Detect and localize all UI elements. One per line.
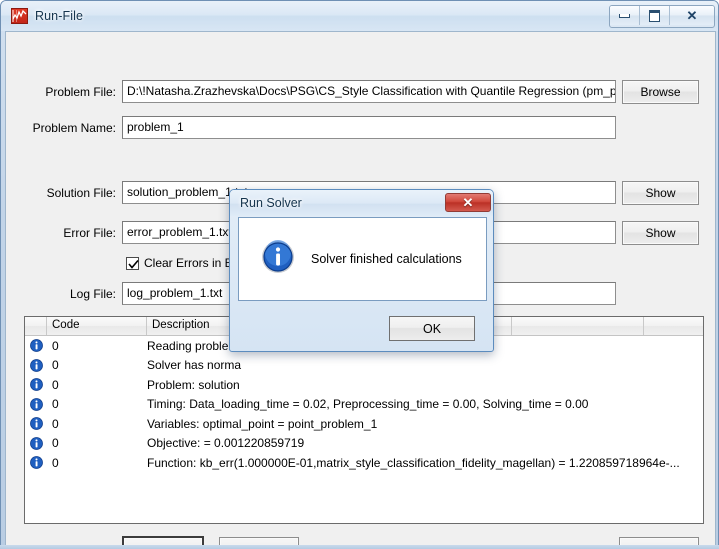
run-file-window: Run-File ✕ Problem File: D:\!Natasha.Zra… — [0, 0, 719, 549]
solution-file-label: Solution File: — [46, 186, 116, 200]
problem-name-label: Problem Name: — [32, 121, 116, 135]
close-icon: ✕ — [686, 8, 698, 23]
problem-file-label: Problem File: — [45, 85, 116, 99]
app-chart-icon — [11, 8, 28, 24]
dialog-title: Run Solver — [240, 196, 302, 210]
table-row[interactable]: 0 Problem: solution — [25, 375, 703, 395]
row-code: 0 — [52, 416, 59, 431]
row-description: Objective: = 0.001220859719 — [147, 436, 305, 451]
row-description: Solver has norma — [147, 358, 242, 373]
table-row[interactable]: 0 Variables: optimal_point = point_proble… — [25, 414, 703, 434]
log-table-body: 0 Reading problem 0 Solver has norma 0 Proble… — [25, 336, 703, 473]
info-icon — [25, 339, 47, 353]
dialog-title-bar: Run Solver ✕ — [230, 190, 493, 216]
info-icon — [25, 436, 47, 450]
title-bar: Run-File ✕ — [1, 1, 718, 31]
minimize-icon — [619, 13, 630, 18]
table-row[interactable]: 0 Objective: = 0.001220859719 — [25, 434, 703, 454]
info-icon — [25, 397, 47, 411]
column-header-icon[interactable] — [25, 317, 47, 335]
info-icon — [25, 378, 47, 392]
row-code: 0 — [52, 436, 59, 451]
row-description: Variables: optimal_point = point_problem… — [147, 416, 378, 431]
table-row[interactable]: 0 Solver has norma — [25, 356, 703, 376]
dialog-body: Solver finished calculations — [238, 217, 487, 301]
checkbox-box — [126, 256, 139, 270]
row-code: 0 — [52, 377, 59, 392]
maximize-icon — [649, 9, 660, 22]
maximize-button[interactable] — [640, 6, 670, 25]
table-row[interactable]: 0 Function: kb_err(1.000000E-01,matrix_st… — [25, 453, 703, 473]
problem-file-input[interactable]: D:\!Natasha.Zrazhevska\Docs\PSG\CS_Style… — [122, 80, 616, 103]
run-solver-dialog: Run Solver ✕ Solver finished calculation… — [229, 189, 494, 352]
row-description: Problem: solution — [147, 377, 240, 392]
window-controls: ✕ — [609, 5, 715, 28]
row-code: 0 — [52, 455, 59, 470]
window-bottom-edge — [0, 545, 719, 549]
row-code: 0 — [52, 397, 59, 412]
dialog-close-button[interactable]: ✕ — [445, 193, 491, 212]
browse-button[interactable]: Browse — [622, 80, 699, 104]
table-row[interactable]: 0 Timing: Data_loading_time = 0.02, Prepr… — [25, 395, 703, 415]
dialog-footer: OK — [230, 303, 493, 351]
info-icon — [261, 239, 295, 279]
column-header-code[interactable]: Code — [47, 317, 147, 335]
error-show-button[interactable]: Show — [622, 221, 699, 245]
row-description: Function: kb_err(1.000000E-01,matrix_sty… — [147, 455, 680, 470]
row-code: 0 — [52, 338, 59, 353]
dialog-message: Solver finished calculations — [311, 252, 462, 266]
info-icon — [25, 456, 47, 470]
minimize-button[interactable] — [610, 6, 640, 25]
window-title: Run-File — [35, 9, 84, 23]
checkmark-icon — [128, 259, 139, 269]
info-icon — [25, 417, 47, 431]
log-file-label: Log File: — [69, 287, 116, 301]
close-button[interactable]: ✕ — [670, 6, 714, 25]
row-code: 0 — [52, 358, 59, 373]
column-header-extra-2[interactable] — [644, 317, 702, 335]
problem-name-input[interactable]: problem_1 — [122, 116, 616, 139]
ok-button[interactable]: OK — [389, 316, 475, 341]
close-icon: ✕ — [462, 194, 474, 210]
info-icon — [25, 358, 47, 372]
error-file-label: Error File: — [63, 226, 116, 240]
row-description: Timing: Data_loading_time = 0.02, Prepro… — [147, 397, 589, 412]
column-header-extra-1[interactable] — [512, 317, 644, 335]
solution-show-button[interactable]: Show — [622, 181, 699, 205]
